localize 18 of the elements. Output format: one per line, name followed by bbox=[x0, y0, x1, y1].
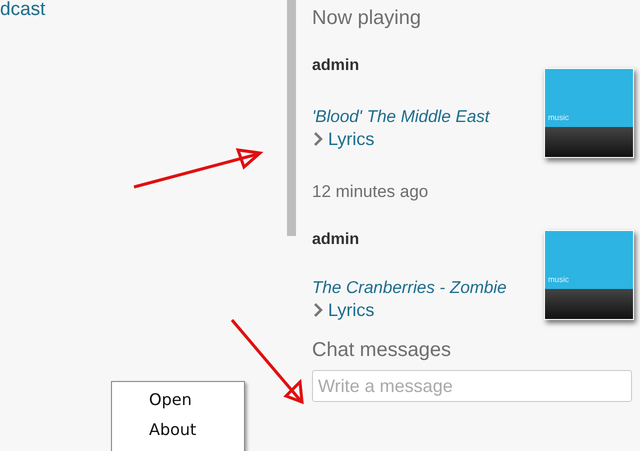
track-link[interactable]: The Cranberries - Zombie bbox=[312, 277, 507, 299]
menu-item[interactable]: Open bbox=[112, 385, 244, 415]
sidebar-link[interactable]: dcast bbox=[0, 0, 46, 20]
message-input[interactable]: Write a message bbox=[312, 370, 632, 402]
timestamp: 12 minutes ago bbox=[312, 181, 430, 203]
chevron-icon bbox=[312, 131, 324, 147]
scrollbar-thumb[interactable] bbox=[287, 0, 296, 236]
lyrics-link[interactable]: Lyrics bbox=[328, 299, 374, 321]
section-heading: Now playing bbox=[312, 6, 422, 30]
chevron-icon bbox=[312, 302, 324, 318]
section-heading: Chat messages bbox=[312, 338, 452, 362]
user-name: admin bbox=[312, 56, 360, 76]
user-name: admin bbox=[312, 230, 360, 250]
menu-item[interactable]: About bbox=[112, 415, 244, 445]
lyrics-link[interactable]: Lyrics bbox=[328, 128, 374, 150]
album-art-label: music bbox=[547, 275, 569, 286]
album-art-label: music bbox=[547, 113, 569, 124]
track-link[interactable]: 'Blood' The Middle East bbox=[312, 106, 490, 128]
